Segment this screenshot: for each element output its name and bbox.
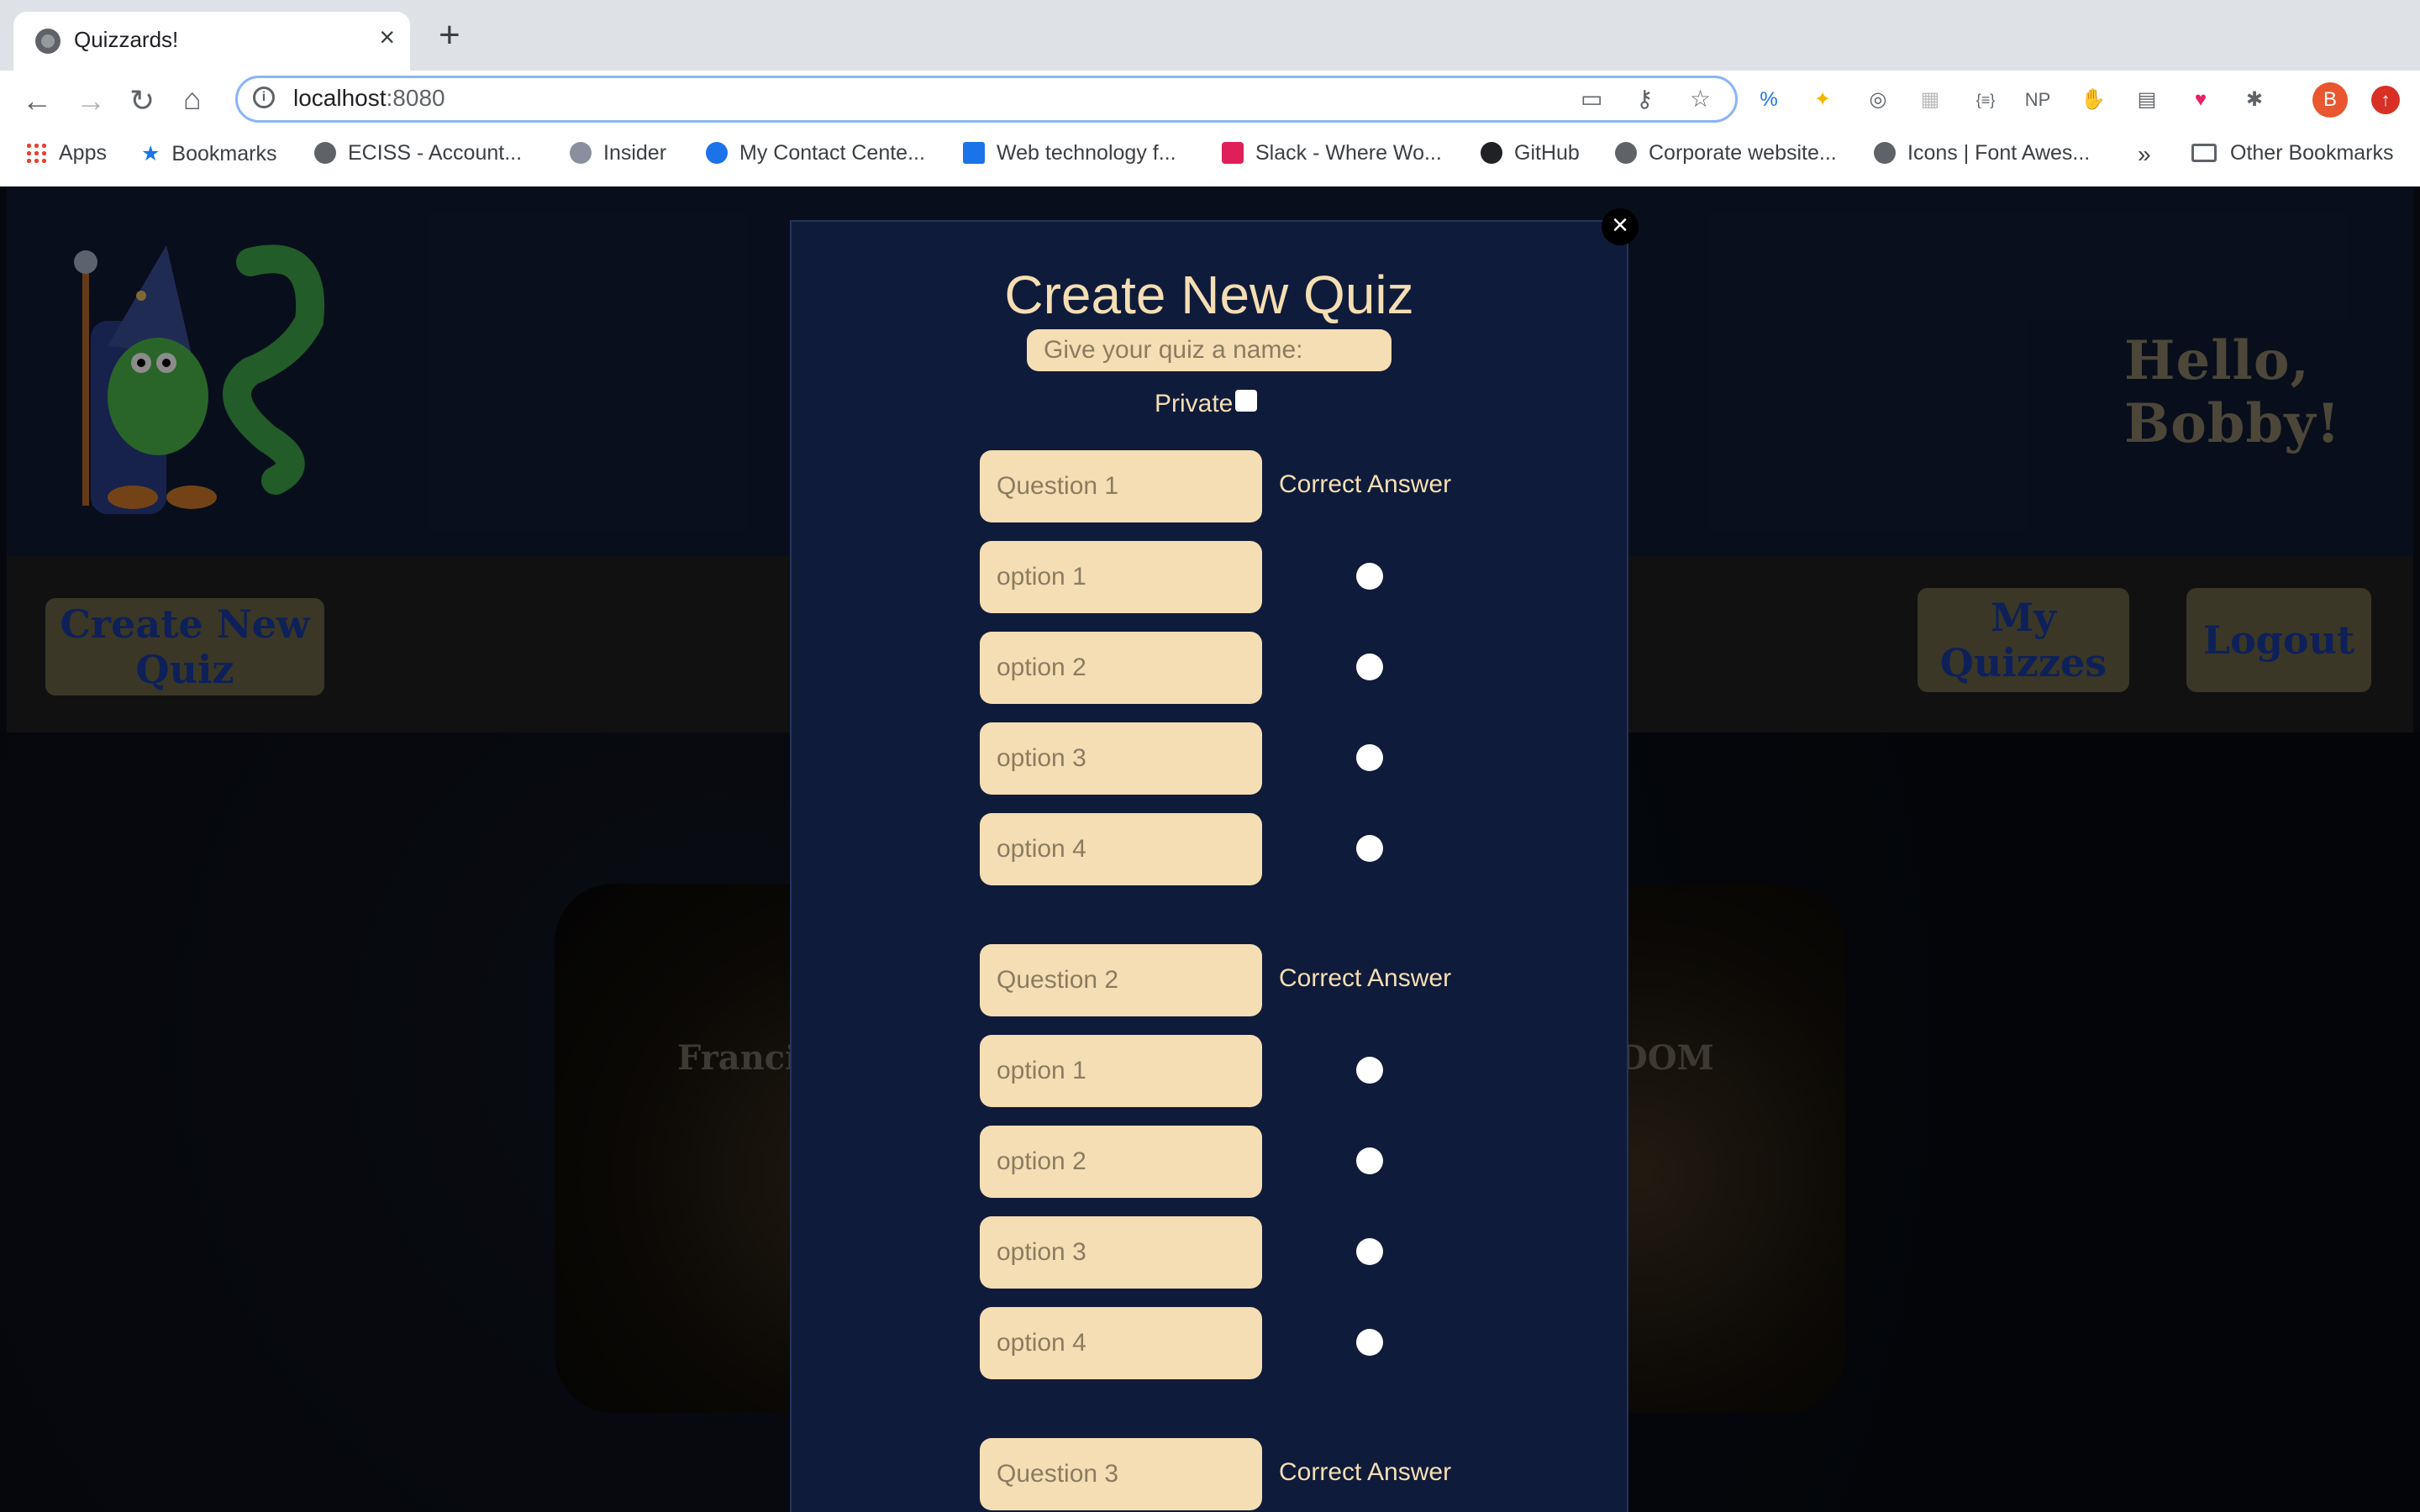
bookmark-bookmarks[interactable]: ★ Bookmarks bbox=[141, 141, 276, 166]
key-icon[interactable]: ⚷ bbox=[1636, 85, 1654, 113]
bookmark-other[interactable]: Other Bookmarks bbox=[2191, 141, 2394, 165]
bookmark-slack[interactable]: Slack - Where Wo... bbox=[1222, 141, 1442, 165]
globe-icon bbox=[1615, 142, 1637, 164]
extension-pin-icon[interactable]: ✦ bbox=[1808, 86, 1837, 114]
bookmark-github[interactable]: GitHub bbox=[1481, 141, 1580, 165]
q2-option-1-input[interactable] bbox=[980, 1035, 1262, 1107]
q1-option-2-radio[interactable] bbox=[1356, 654, 1383, 680]
back-icon[interactable]: ← bbox=[22, 86, 52, 116]
site-info-icon[interactable]: i bbox=[253, 87, 275, 108]
extension-np-icon[interactable]: NP bbox=[2023, 86, 2052, 114]
browser-tab-strip: Quizzards! × + bbox=[0, 0, 2420, 71]
bookmark-contact-center[interactable]: My Contact Cente... bbox=[706, 141, 925, 165]
wordpress-icon bbox=[570, 142, 592, 164]
reload-icon[interactable]: ↻ bbox=[129, 86, 155, 116]
github-icon bbox=[1481, 142, 1502, 164]
correct-answer-label: Correct Answer bbox=[1279, 470, 1452, 498]
bookmark-insider[interactable]: Insider bbox=[570, 141, 666, 165]
q2-option-4-radio[interactable] bbox=[1356, 1329, 1383, 1356]
quiz-name-input[interactable] bbox=[1027, 329, 1392, 371]
correct-answer-label: Correct Answer bbox=[1279, 1458, 1452, 1486]
q1-option-1-radio[interactable] bbox=[1356, 563, 1383, 590]
extension-circle-icon[interactable]: ◎ bbox=[1864, 86, 1892, 114]
private-label: Private bbox=[1155, 390, 1234, 417]
q2-option-2-radio[interactable] bbox=[1356, 1147, 1383, 1174]
extension-grid-icon[interactable]: ▦ bbox=[1916, 86, 1944, 114]
globe-icon bbox=[314, 142, 336, 164]
bookmarks-bar: Apps ★ Bookmarks ECISS - Account... Insid… bbox=[0, 134, 2420, 173]
browser-tab[interactable]: Quizzards! × bbox=[13, 12, 410, 71]
q2-option-4-input[interactable] bbox=[980, 1307, 1262, 1379]
tab-title: Quizzards! bbox=[74, 27, 179, 52]
question-3-input[interactable] bbox=[980, 1438, 1262, 1510]
bookmark-apps[interactable]: Apps bbox=[25, 141, 107, 165]
q1-option-4-radio[interactable] bbox=[1356, 835, 1383, 862]
mdn-icon bbox=[963, 142, 985, 164]
globe-icon bbox=[35, 29, 60, 54]
url-port: :8080 bbox=[386, 85, 445, 111]
question-1-input[interactable] bbox=[980, 450, 1262, 522]
private-checkbox[interactable] bbox=[1235, 390, 1257, 412]
extension-heart-icon[interactable]: ♥ bbox=[2186, 86, 2215, 114]
globe-icon bbox=[1874, 142, 1896, 164]
extension-news-icon[interactable]: ▤ bbox=[2133, 86, 2161, 114]
address-bar[interactable]: i localhost:8080 ▭ ⚷ ☆ bbox=[235, 76, 1738, 123]
q2-option-2-input[interactable] bbox=[980, 1126, 1262, 1198]
question-2-input[interactable] bbox=[980, 944, 1262, 1016]
url-host: localhost bbox=[293, 85, 387, 111]
url-text: localhost:8080 bbox=[293, 85, 445, 112]
browser-toolbar: ← → ↻ ⌂ i localhost:8080 ▭ ⚷ ☆ % ✦ ◎ ▦ {… bbox=[0, 71, 2420, 200]
bookmark-eciss[interactable]: ECISS - Account... bbox=[314, 141, 522, 165]
extension-hand-icon[interactable]: ✋ bbox=[2079, 86, 2107, 114]
folder-icon bbox=[2191, 144, 2217, 162]
extension-bug-icon[interactable]: ✱ bbox=[2240, 86, 2269, 114]
modal-title: Create New Quiz bbox=[1004, 265, 1414, 325]
page-viewport: Hello, Bobby! Create New Quiz My Quizzes… bbox=[0, 186, 2420, 1512]
q2-option-3-input[interactable] bbox=[980, 1216, 1262, 1289]
forward-icon[interactable]: → bbox=[76, 86, 106, 116]
extension-percent-icon[interactable]: % bbox=[1754, 86, 1783, 114]
q1-option-1-input[interactable] bbox=[980, 541, 1262, 613]
update-icon[interactable]: ↑ bbox=[2371, 86, 2400, 114]
extension-json-icon[interactable]: {≡} bbox=[1971, 86, 2000, 114]
create-quiz-modal: Create New Quiz Private Correct Answer C… bbox=[790, 220, 1628, 1512]
slack-icon bbox=[1222, 142, 1244, 164]
modal-close-icon[interactable]: × bbox=[1602, 208, 1639, 245]
cast-icon[interactable]: ▭ bbox=[1581, 85, 1602, 113]
star-icon: ★ bbox=[141, 142, 160, 165]
q2-option-1-radio[interactable] bbox=[1356, 1057, 1383, 1084]
new-tab-button[interactable]: + bbox=[439, 17, 460, 54]
apps-grid-icon bbox=[25, 142, 47, 164]
bookmark-font-awesome[interactable]: Icons | Font Awes... bbox=[1874, 141, 2090, 165]
q1-option-2-input[interactable] bbox=[980, 632, 1262, 704]
home-icon[interactable]: ⌂ bbox=[183, 84, 202, 114]
bookmark-star-icon[interactable]: ☆ bbox=[1690, 85, 1711, 113]
bookmark-mdn[interactable]: Web technology f... bbox=[963, 141, 1176, 165]
more-bookmarks-chevron-icon[interactable]: » bbox=[2138, 141, 2151, 168]
q1-option-3-radio[interactable] bbox=[1356, 744, 1383, 771]
profile-avatar[interactable]: B bbox=[2312, 82, 2348, 118]
q1-option-4-input[interactable] bbox=[980, 813, 1262, 885]
q2-option-3-radio[interactable] bbox=[1356, 1238, 1383, 1265]
bookmark-corporate[interactable]: Corporate website... bbox=[1615, 141, 1837, 165]
contact-icon bbox=[706, 142, 728, 164]
q1-option-3-input[interactable] bbox=[980, 722, 1262, 795]
tab-close-icon[interactable]: × bbox=[379, 24, 395, 50]
correct-answer-label: Correct Answer bbox=[1279, 964, 1452, 992]
